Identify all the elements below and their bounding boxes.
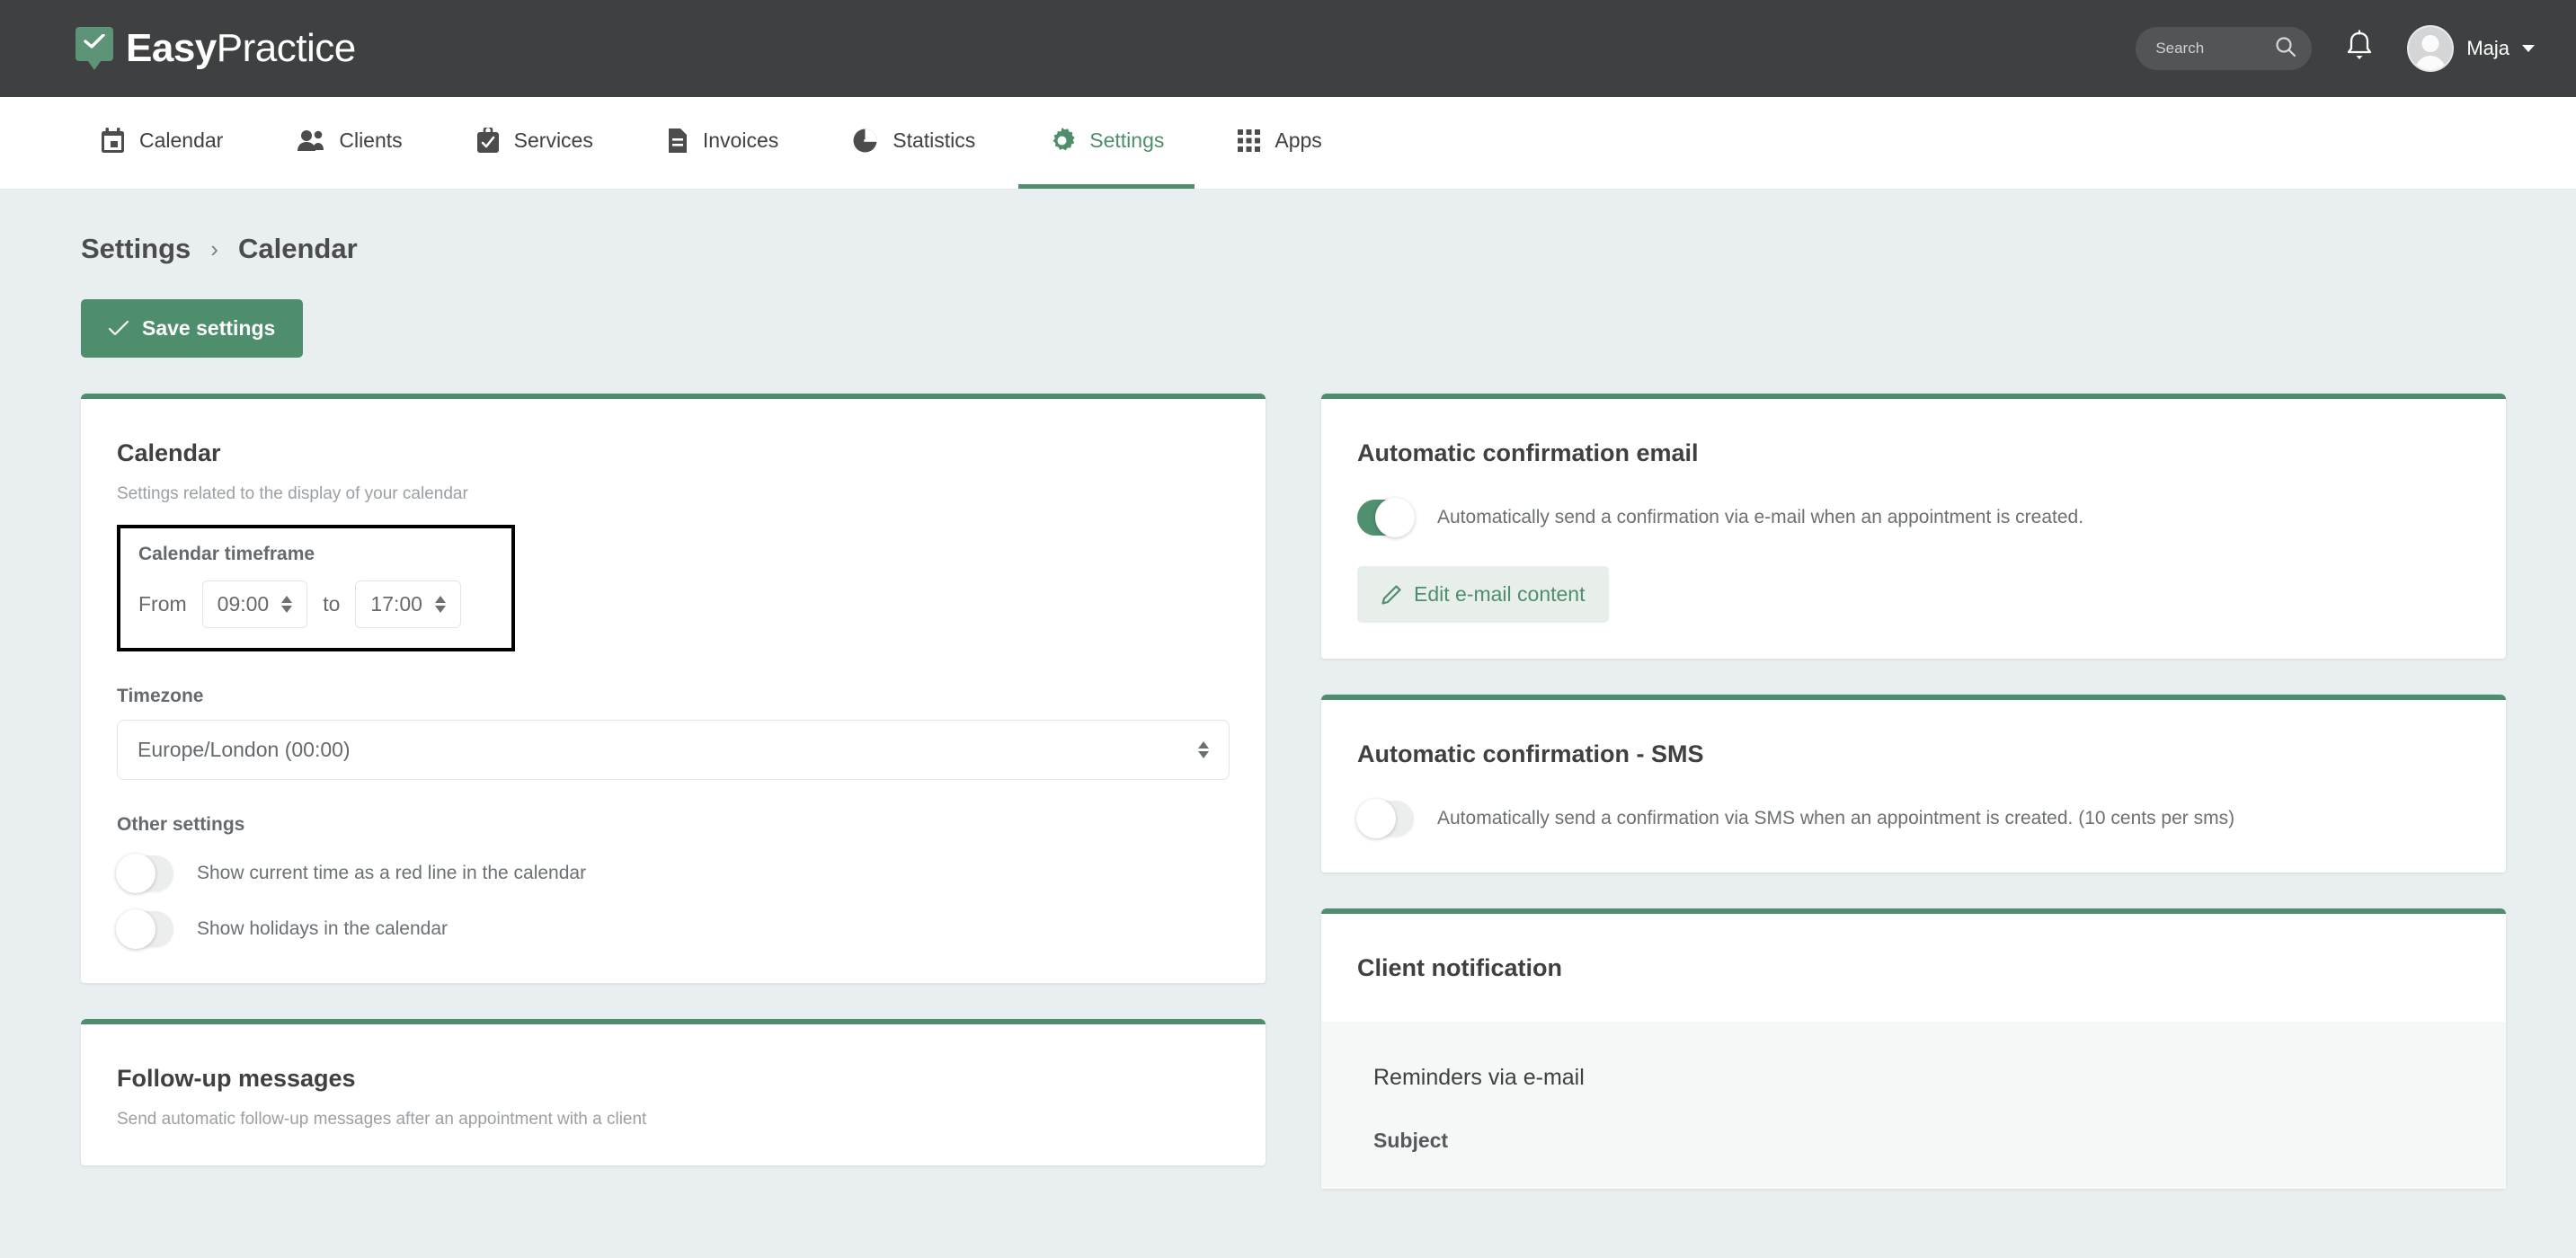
apps-grid-icon: [1238, 129, 1261, 152]
nav-label: Clients: [339, 128, 403, 152]
search-icon[interactable]: [2274, 35, 2297, 63]
other-settings-label: Other settings: [117, 814, 245, 835]
from-label: From: [138, 592, 187, 616]
nav-label: Invoices: [702, 128, 779, 152]
brand-bold: Easy: [126, 26, 217, 70]
card-title: Calendar: [117, 439, 221, 466]
toggle-row-confirmation-sms: Automatically send a confirmation via SM…: [1356, 799, 2470, 838]
timezone-value: Europe/London (00:00): [138, 738, 351, 761]
calendar-timeframe-highlight: Calendar timeframe From 09:00 to 17:00: [117, 525, 515, 651]
nav-label: Calendar: [139, 128, 224, 152]
left-column: Calendar Settings related to the display…: [81, 394, 1266, 1225]
statistics-icon: [852, 128, 878, 154]
nav-label: Services: [513, 128, 593, 152]
client-notification-card: Client notification Reminders via e-mail…: [1321, 908, 2506, 1189]
toggle-confirmation-sms[interactable]: [1356, 799, 1414, 838]
nav-item-settings[interactable]: Settings: [1018, 97, 1195, 189]
app-logo[interactable]: EasyPractice: [76, 27, 356, 70]
toggle-show-holidays[interactable]: [116, 909, 173, 949]
card-title: Automatic confirmation email: [1357, 439, 1699, 466]
calendar-timeframe-label: Calendar timeframe: [138, 544, 315, 564]
toggle-row-confirmation-email: Automatically send a confirmation via e-…: [1357, 498, 2470, 537]
invoices-icon: [667, 128, 688, 154]
toggle-show-current-time[interactable]: [116, 854, 173, 893]
card-title: Automatic confirmation - SMS: [1357, 740, 1704, 767]
toggle-row-holidays: Show holidays in the calendar: [116, 909, 1230, 949]
chevron-down-icon[interactable]: [2522, 45, 2535, 52]
toggle-label: Show current time as a red line in the c…: [197, 863, 587, 883]
top-bar-right: Maja: [2136, 25, 2535, 72]
notifications-bell-icon[interactable]: [2344, 29, 2375, 68]
right-column: Automatic confirmation email Automatical…: [1321, 394, 2506, 1225]
search-box[interactable]: [2136, 27, 2313, 70]
nav-label: Statistics: [893, 128, 976, 152]
user-menu[interactable]: Maja: [2407, 25, 2535, 72]
nav-item-calendar[interactable]: Calendar: [70, 97, 253, 189]
top-bar: EasyPractice Maja: [0, 0, 2576, 97]
edit-email-content-label: Edit e-mail content: [1414, 582, 1586, 606]
timezone-select[interactable]: Europe/London (00:00): [117, 720, 1230, 780]
pencil-icon: [1381, 584, 1401, 605]
card-title: Client notification: [1357, 954, 1562, 981]
brand-light: Practice: [216, 26, 356, 70]
card-title: Follow-up messages: [117, 1065, 356, 1092]
edit-email-content-button[interactable]: Edit e-mail content: [1357, 566, 1610, 623]
main-nav: Calendar Clients Services Invoices Stati…: [0, 97, 2576, 190]
save-settings-button[interactable]: Save settings: [81, 299, 304, 358]
settings-columns: Calendar Settings related to the display…: [81, 394, 2506, 1225]
toggle-label: Show holidays in the calendar: [197, 918, 449, 939]
save-settings-label: Save settings: [142, 316, 276, 340]
stepper-arrows-icon[interactable]: [281, 596, 293, 613]
breadcrumb: Settings › Calendar: [81, 233, 2506, 265]
stepper-arrows-icon[interactable]: [1198, 741, 1209, 758]
to-label: to: [323, 592, 341, 616]
nav-item-services[interactable]: Services: [446, 97, 624, 189]
user-name: Maja: [2466, 37, 2509, 59]
timeframe-to-value: 17:00: [370, 592, 422, 616]
stepper-arrows-icon[interactable]: [434, 596, 446, 613]
timeframe-from-select[interactable]: 09:00: [201, 580, 308, 628]
nav-item-invoices[interactable]: Invoices: [636, 97, 809, 189]
timeframe-to-select[interactable]: 17:00: [355, 580, 461, 628]
toggle-confirmation-email[interactable]: [1357, 498, 1415, 537]
page-title: Calendar: [237, 233, 358, 264]
clients-icon: [297, 128, 324, 153]
reminders-panel-title: Reminders via e-mail: [1373, 1065, 1585, 1090]
toggle-row-red-line: Show current time as a red line in the c…: [116, 854, 1230, 893]
breadcrumb-parent[interactable]: Settings: [81, 233, 191, 265]
easypractice-logo-icon: [76, 27, 113, 70]
nav-item-apps[interactable]: Apps: [1207, 97, 1352, 189]
gear-icon: [1049, 128, 1075, 154]
card-subtitle: Send automatic follow-up messages after …: [117, 1110, 647, 1129]
subject-label: Subject: [1373, 1129, 1449, 1152]
services-icon: [476, 128, 500, 154]
nav-item-statistics[interactable]: Statistics: [822, 97, 1006, 189]
calendar-icon: [101, 128, 125, 154]
page-content: Settings › Calendar Save settings Calend…: [0, 190, 2576, 1225]
toggle-label: Automatically send a confirmation via SM…: [1437, 808, 2235, 828]
card-subtitle: Settings related to the display of your …: [117, 484, 468, 503]
chevron-right-icon: ›: [210, 235, 218, 262]
nav-item-clients[interactable]: Clients: [266, 97, 432, 189]
nav-label: Settings: [1089, 128, 1165, 152]
calendar-settings-card: Calendar Settings related to the display…: [81, 394, 1266, 983]
automatic-confirmation-sms-card: Automatic confirmation - SMS Automatical…: [1321, 695, 2506, 873]
timeframe-from-value: 09:00: [217, 592, 270, 616]
reminders-panel: Reminders via e-mail Subject: [1321, 1022, 2506, 1189]
calendar-timeframe-row: From 09:00 to 17:00: [138, 580, 493, 628]
nav-label: Apps: [1275, 128, 1322, 152]
timezone-label: Timezone: [117, 686, 204, 706]
toggle-label: Automatically send a confirmation via e-…: [1437, 507, 2084, 527]
avatar: [2407, 25, 2455, 72]
followup-messages-card: Follow-up messages Send automatic follow…: [81, 1019, 1266, 1165]
automatic-confirmation-email-card: Automatic confirmation email Automatical…: [1321, 394, 2506, 659]
checkmark-icon: [84, 34, 105, 49]
checkmark-icon: [109, 321, 129, 336]
search-input[interactable]: [2155, 40, 2273, 58]
brand-text: EasyPractice: [126, 29, 356, 68]
